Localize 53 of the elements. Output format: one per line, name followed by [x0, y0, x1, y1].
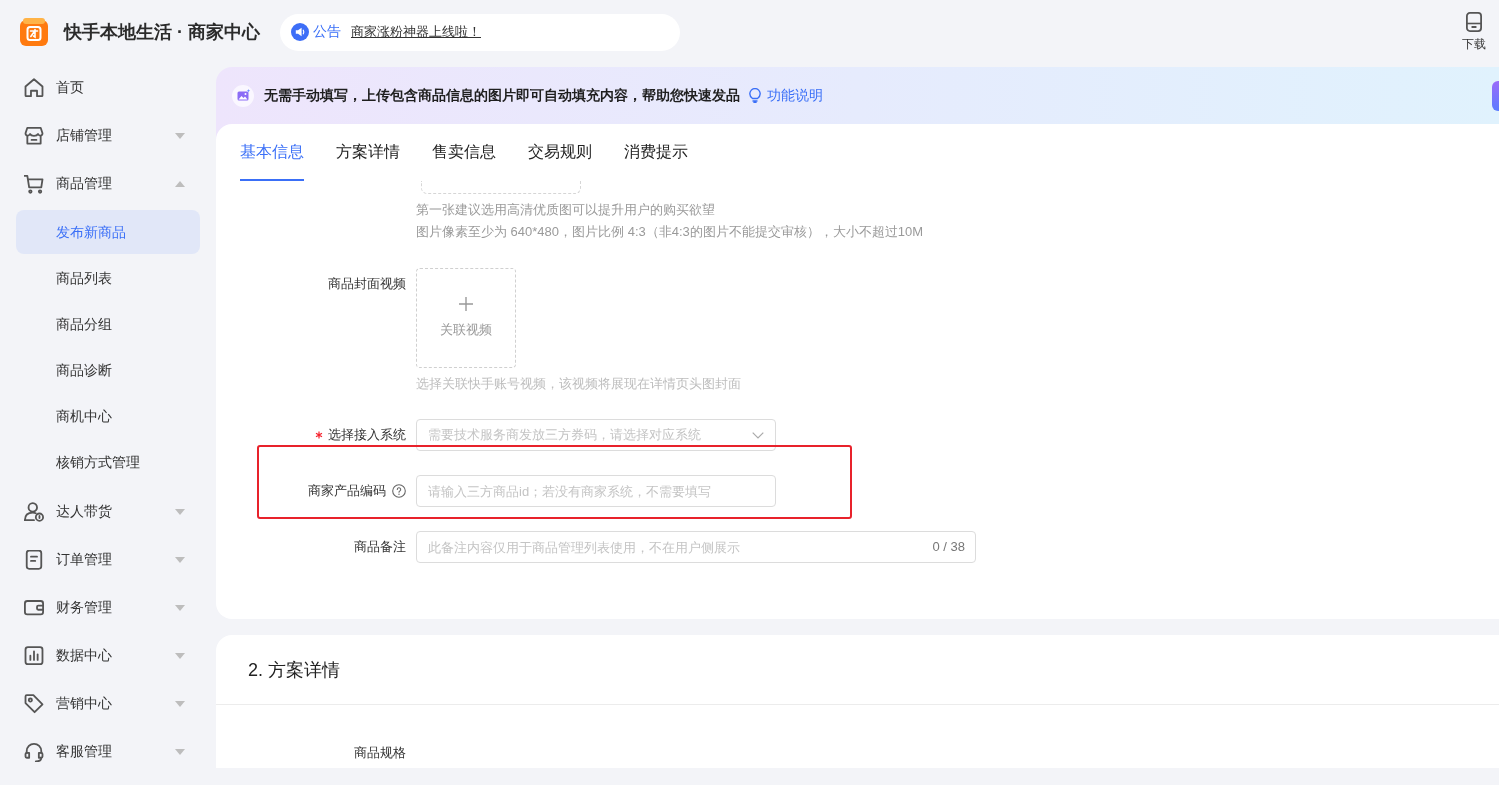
tab[interactable]: 消费提示	[624, 124, 688, 181]
nav-item[interactable]: 客服管理	[16, 728, 200, 776]
person-icon	[24, 502, 44, 522]
nav-item[interactable]: 营销中心	[16, 680, 200, 728]
nav-item[interactable]: 商品管理	[16, 160, 200, 208]
nav-item[interactable]: 财务管理	[16, 584, 200, 632]
home-icon	[24, 78, 44, 98]
shop-icon	[24, 126, 44, 146]
tag-icon	[24, 694, 44, 714]
banner-action-button[interactable]	[1492, 80, 1499, 111]
nav-item[interactable]: 店铺管理	[16, 112, 200, 160]
upload-hint: 图片像素至少为 640*480，图片比例 4:3（非4:3的图片不能提交审核），大小不超过10M	[416, 223, 925, 241]
speaker-icon	[291, 23, 309, 41]
tab[interactable]: 基本信息	[240, 124, 304, 181]
field-label: 商品备注	[354, 538, 406, 556]
nav-item[interactable]: 订单管理	[16, 536, 200, 584]
lightbulb-icon	[749, 88, 761, 103]
nav-subitem[interactable]: 商品诊断	[16, 348, 200, 392]
banner-text: 无需手动填写，上传包含商品信息的图片即可自动填充内容，帮助您快速发品	[264, 86, 740, 105]
field-label: 商品封面视频	[328, 275, 406, 293]
help-icon[interactable]	[392, 484, 406, 498]
nav-subitem[interactable]: 商品分组	[16, 302, 200, 346]
image-icon	[232, 84, 254, 107]
notice-link[interactable]: 商家涨粉神器上线啦！	[351, 23, 481, 41]
nav-subitem[interactable]: 发布新商品	[16, 210, 200, 254]
cart-icon	[24, 174, 44, 194]
tab[interactable]: 方案详情	[336, 124, 400, 181]
feature-help-link[interactable]: 功能说明	[767, 86, 823, 105]
bar-chart-icon	[24, 646, 44, 666]
field-label: 选择接入系统	[328, 426, 406, 444]
nav-item[interactable]: 达人带货	[16, 488, 200, 536]
site-title: 快手本地生活 · 商家中心	[64, 21, 260, 44]
tab[interactable]: 交易规则	[528, 124, 592, 181]
download-icon	[1466, 11, 1482, 32]
tab[interactable]: 售卖信息	[432, 124, 496, 181]
wallet-icon	[24, 598, 44, 618]
download-button[interactable]: 下载	[1462, 11, 1486, 53]
nav-subitem[interactable]: 核销方式管理	[16, 440, 200, 484]
plus-icon	[458, 296, 474, 312]
nav-item[interactable]: 数据中心	[16, 632, 200, 680]
logo-icon	[20, 18, 48, 46]
field-label: 商家产品编码	[308, 482, 386, 500]
document-icon	[24, 550, 44, 570]
nav-item[interactable]: 首页	[16, 64, 200, 112]
char-counter: 0 / 38	[932, 539, 965, 555]
notice-tag: 公告	[313, 23, 341, 41]
nav-subitem[interactable]: 商机中心	[16, 394, 200, 438]
headset-icon	[24, 742, 44, 762]
chevron-down-icon	[752, 431, 764, 439]
nav-subitem[interactable]: 商品列表	[16, 256, 200, 300]
field-label: 商品规格	[354, 744, 406, 762]
field-hint: 选择关联快手账号视频，该视频将展现在详情页头图封面	[416, 375, 742, 393]
section-title: 2. 方案详情	[248, 658, 340, 682]
